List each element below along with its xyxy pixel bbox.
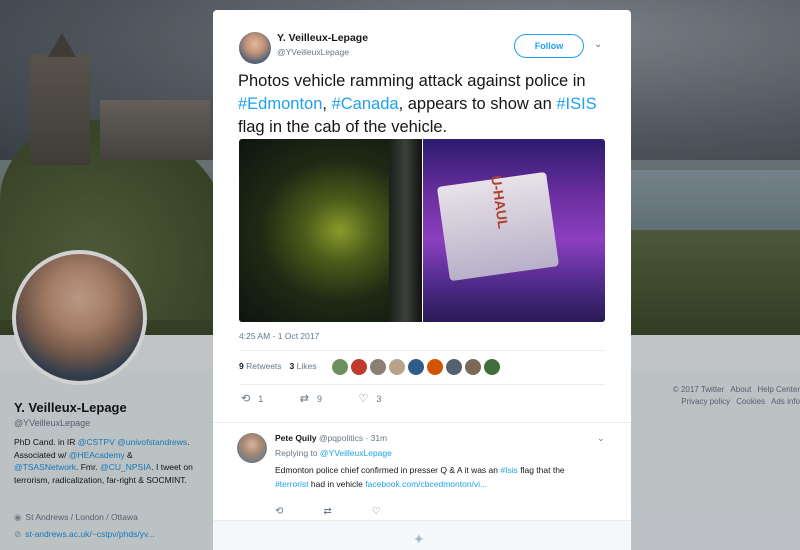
liker-avatar[interactable] xyxy=(389,359,405,375)
reply-button[interactable]: ⟲ 1 xyxy=(241,392,263,405)
tweet-media[interactable]: U-HAUL xyxy=(239,139,605,322)
tweet-photo-2[interactable]: U-HAUL xyxy=(423,139,605,322)
hashtag-edmonton[interactable]: #Edmonton xyxy=(238,95,322,113)
liker-avatar[interactable] xyxy=(427,359,443,375)
hashtag-isis[interactable]: #Isis xyxy=(500,465,517,475)
reply-text: Edmonton police chief confirmed in press… xyxy=(275,465,565,489)
retweets-label[interactable]: Retweets xyxy=(246,361,281,371)
tweet-text: Photos vehicle ramming attack against po… xyxy=(238,72,597,136)
reply-author-name[interactable]: Pete Quily xyxy=(275,433,317,443)
reply-time[interactable]: 31m xyxy=(371,433,388,443)
replying-to-link[interactable]: @YVeilleuxLepage xyxy=(320,448,392,458)
reply-author-avatar[interactable] xyxy=(237,433,267,463)
retweet-icon: ⇄ xyxy=(299,393,309,405)
retweets-count[interactable]: 9 xyxy=(239,361,244,371)
reply-actions: ⟲ ⇄ ♡ xyxy=(275,506,421,517)
liker-avatar[interactable] xyxy=(370,359,386,375)
photo-window-frame xyxy=(389,139,422,322)
reply-author-handle[interactable]: @pqpolitics xyxy=(319,433,363,443)
likers-avatars xyxy=(332,359,503,380)
hashtag-terrorist[interactable]: #terrorist xyxy=(275,479,309,489)
reply-icon[interactable]: ⟲ xyxy=(275,506,283,517)
reply-tweet[interactable]: Pete Quily @pqpolitics · 31m ⌄ Replying … xyxy=(213,422,631,532)
tweet-author-avatar[interactable] xyxy=(239,32,271,64)
tweet-stats: 9 Retweets 3 Likes xyxy=(239,361,317,371)
reply-link[interactable]: facebook.com/cbcedmonton/vi... xyxy=(365,479,487,489)
liker-avatar[interactable] xyxy=(408,359,424,375)
retweet-icon[interactable]: ⇄ xyxy=(323,506,331,517)
hashtag-canada[interactable]: #Canada xyxy=(332,95,399,113)
thread-footer: ✦ xyxy=(213,520,631,550)
liker-avatar[interactable] xyxy=(484,359,500,375)
replying-to: Replying to @YVeilleuxLepage xyxy=(275,448,392,458)
liker-avatar[interactable] xyxy=(351,359,367,375)
retweet-button[interactable]: ⇄ 9 xyxy=(300,392,322,405)
chevron-down-icon[interactable]: ⌄ xyxy=(597,433,605,444)
divider xyxy=(239,350,605,351)
tweet-timestamp[interactable]: 4:25 AM - 1 Oct 2017 xyxy=(239,331,319,341)
likes-label[interactable]: Likes xyxy=(297,361,317,371)
divider xyxy=(239,384,605,385)
heart-icon[interactable]: ♡ xyxy=(372,506,381,517)
chevron-down-icon[interactable]: ⌄ xyxy=(594,39,602,50)
likes-count[interactable]: 3 xyxy=(290,361,295,371)
like-button[interactable]: ♡ 3 xyxy=(359,392,382,405)
hashtag-isis[interactable]: #ISIS xyxy=(556,95,596,113)
liker-avatar[interactable] xyxy=(332,359,348,375)
tweet-author-handle[interactable]: @YVeilleuxLepage xyxy=(277,47,349,57)
reply-icon: ⟲ xyxy=(241,393,251,405)
tweet-photo-1[interactable] xyxy=(239,139,422,322)
twitter-bird-icon: ✦ xyxy=(413,531,425,547)
heart-icon: ♡ xyxy=(358,393,369,405)
follow-button[interactable]: Follow xyxy=(514,34,584,58)
reply-header: Pete Quily @pqpolitics · 31m xyxy=(275,433,388,443)
tweet-actions: ⟲ 1 ⇄ 9 ♡ 3 xyxy=(241,392,415,405)
liker-avatar[interactable] xyxy=(465,359,481,375)
liker-avatar[interactable] xyxy=(446,359,462,375)
tweet-modal: Y. Veilleux-Lepage @YVeilleuxLepage Foll… xyxy=(213,10,631,550)
tweet-author-name[interactable]: Y. Veilleux-Lepage xyxy=(277,32,368,44)
